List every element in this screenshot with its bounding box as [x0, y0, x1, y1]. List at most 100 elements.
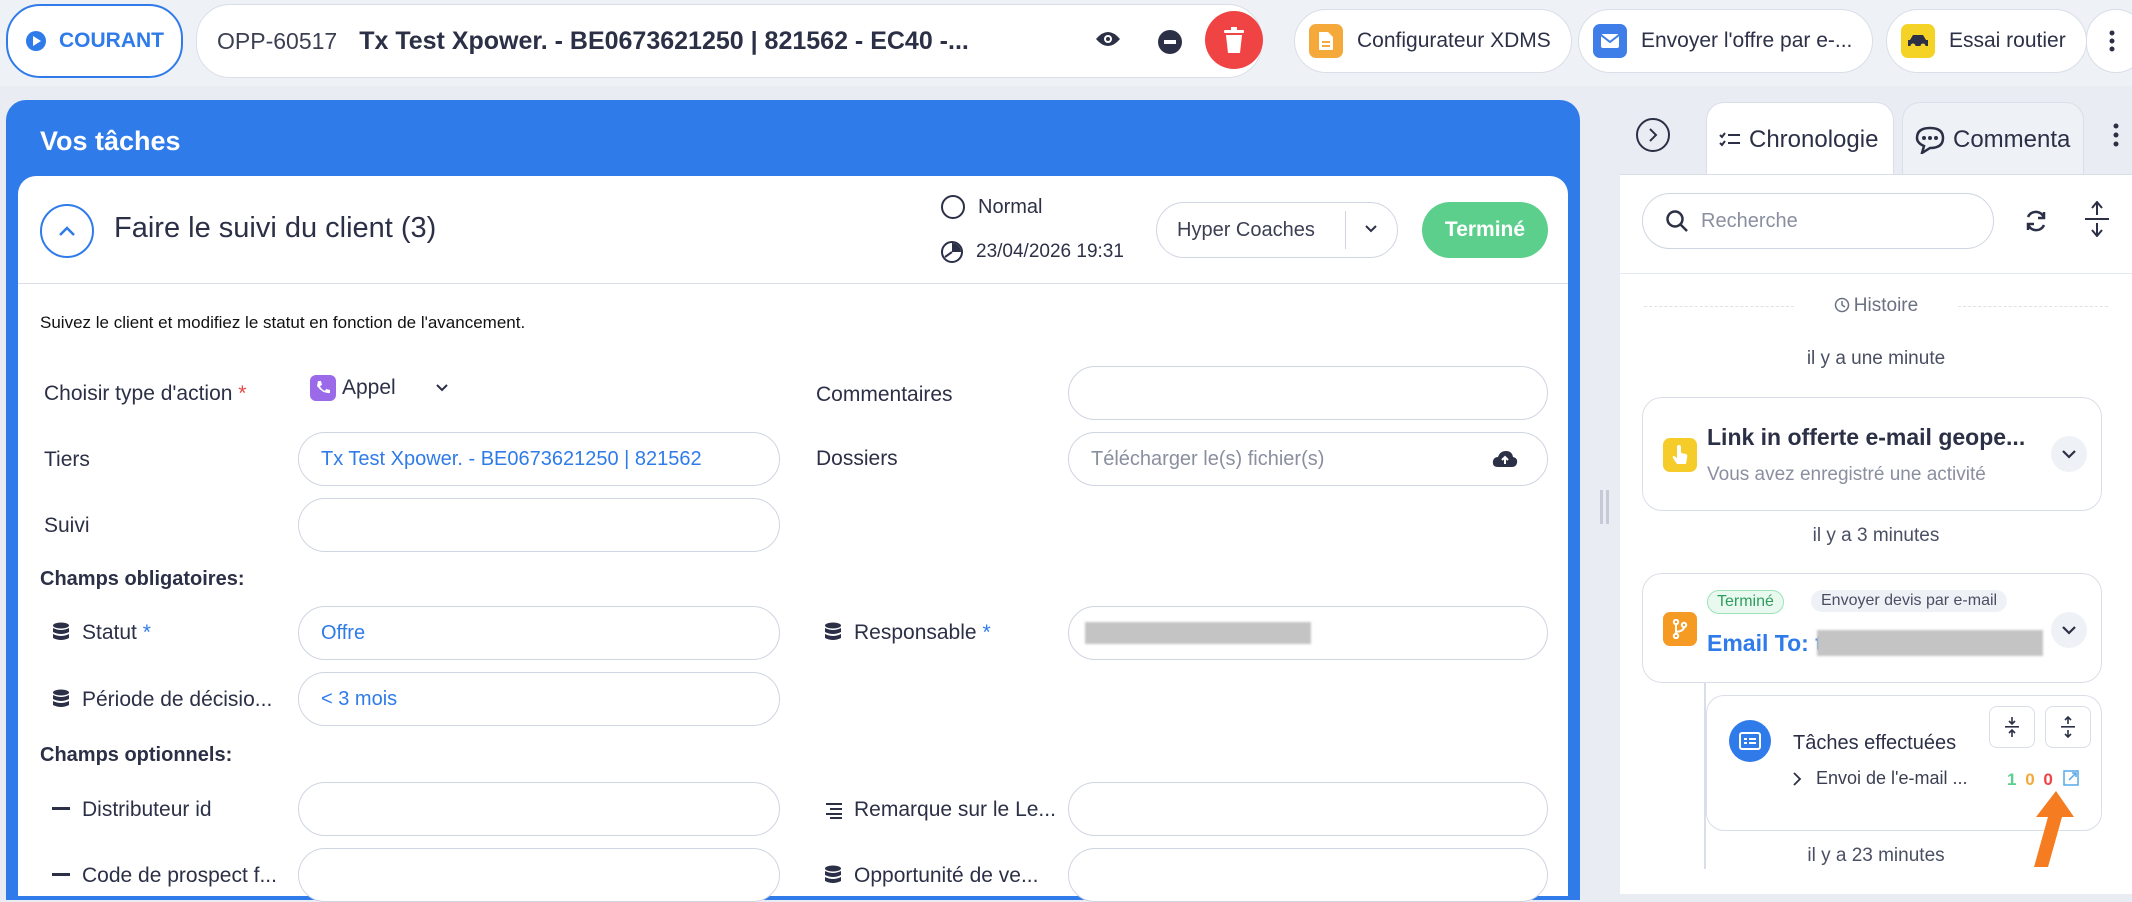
cloud-upload-icon[interactable] [1492, 450, 1518, 468]
priority-label: Normal [978, 195, 1043, 218]
completed-task-item[interactable]: Envoi de l'e-mail ... [1793, 768, 1968, 789]
more-vertical-icon [2109, 30, 2115, 52]
remarque-input[interactable] [1068, 782, 1548, 836]
timeline-search[interactable]: Recherche [1642, 193, 1994, 249]
chevron-up-icon [59, 226, 75, 236]
assignee-label: Hyper Coaches [1177, 218, 1315, 241]
panel-resize-handle[interactable] [1600, 490, 1610, 524]
tab-chronologie[interactable]: Chronologie [1706, 102, 1894, 176]
status-label: COURANT [59, 29, 164, 52]
task-title: Faire le suivi du client (3) [114, 212, 437, 244]
periode-label: Période de décisio... [52, 688, 272, 712]
distributeur-label: Distributeur id [52, 798, 212, 822]
comments-input[interactable] [1068, 366, 1548, 420]
status-button[interactable]: COURANT [6, 4, 183, 78]
required-fields-heading: Champs obligatoires: [40, 568, 245, 590]
file-upload-field[interactable]: Télécharger le(s) fichier(s) [1068, 432, 1548, 486]
redacted-value [1085, 622, 1311, 644]
task-description: Suivez le client et modifiez le statut e… [40, 313, 526, 332]
trash-icon [1224, 27, 1244, 53]
git-branch-icon [1663, 612, 1697, 646]
timeline-content: Recherche Histoire il y a une minute Lin… [1620, 174, 2132, 894]
suivi-label: Suivi [44, 514, 90, 537]
chevron-down-icon [2062, 625, 2076, 635]
entry-tag: Envoyer devis par e-mail [1811, 590, 2008, 612]
task-header: Faire le suivi du client (3) Normal 23/0… [18, 176, 1568, 284]
circle-icon [941, 195, 965, 219]
comments-label: Commentaires [816, 383, 953, 406]
chevron-down-icon [2062, 449, 2076, 459]
timeline-more-button[interactable] [2106, 120, 2126, 150]
done-button[interactable]: Terminé [1422, 202, 1548, 258]
list-check-icon [1719, 131, 1740, 147]
mail-icon [1593, 24, 1627, 58]
opportunity-title: Tx Test Xpower. - BE0673621250 | 821562 … [359, 26, 969, 55]
more-vertical-icon [2113, 123, 2119, 147]
test-drive-label: Essai routier [1949, 29, 2066, 52]
collapse-button[interactable] [40, 204, 94, 258]
timeline-time: il y a 3 minutes [1812, 525, 1940, 546]
due-date-label: 23/04/2026 19:31 [976, 241, 1124, 262]
expand-entry-button[interactable] [2051, 612, 2087, 648]
code-prospect-label: Code de prospect f... [52, 864, 277, 888]
tab-chronologie-label: Chronologie [1749, 125, 1879, 153]
refresh-icon[interactable] [2024, 209, 2048, 233]
comment-icon [1915, 126, 1945, 154]
arrow-annotation-icon [2034, 791, 2074, 867]
test-drive-button[interactable]: Essai routier [1886, 9, 2087, 73]
play-circle-icon [26, 31, 46, 51]
due-date[interactable]: 23/04/2026 19:31 [940, 240, 1124, 264]
delete-button[interactable] [1205, 11, 1263, 69]
car-icon [1901, 24, 1935, 58]
responsable-field[interactable] [1068, 606, 1548, 660]
priority-selector[interactable]: Normal [940, 194, 1042, 220]
divider [1644, 306, 1794, 307]
expand-all-button[interactable] [2045, 706, 2091, 748]
more-actions-button[interactable] [2086, 9, 2132, 73]
expand-panel-button[interactable] [1636, 118, 1670, 152]
tasks-header: Vos tâches [40, 126, 181, 156]
entry-subtitle: Vous avez enregistré une activité [1707, 464, 1986, 485]
database-icon [53, 689, 69, 707]
tasks-panel: Vos tâches Faire le suivi du client (3) … [6, 100, 1580, 902]
tab-comments-label: Commenta [1953, 125, 2071, 153]
redacted-value [1817, 630, 2043, 656]
periode-value: < 3 mois [321, 687, 398, 710]
opportunity-id: OPP-60517 [217, 27, 338, 54]
tiers-field[interactable]: Tx Test Xpower. - BE0673621250 | 821562 [298, 432, 780, 486]
send-offer-button[interactable]: Envoyer l'offre par e-... [1578, 9, 1874, 73]
database-icon [825, 865, 841, 883]
checklist-icon [1729, 720, 1771, 762]
configurator-button[interactable]: Configurateur XDMS [1294, 9, 1572, 73]
chevron-right-icon [1793, 771, 1802, 786]
align-right-icon [826, 803, 842, 819]
entry-title: Link in offerte e-mail geope... [1707, 424, 2026, 450]
tab-comments[interactable]: Commenta [1902, 102, 2084, 176]
search-icon [1666, 210, 1688, 232]
timeline-entry[interactable]: Terminé Envoyer devis par e-mail Email T… [1642, 573, 2102, 683]
opportunity-header: OPP-60517 Tx Test Xpower. - BE0673621250… [196, 4, 1263, 78]
statut-value: Offre [321, 621, 366, 644]
opportunite-input[interactable] [1068, 848, 1548, 902]
minus-circle-icon[interactable] [1157, 29, 1183, 60]
code-prospect-input[interactable] [298, 848, 780, 902]
action-type-value: Appel [342, 376, 396, 399]
assignee-select[interactable]: Hyper Coaches [1156, 202, 1398, 258]
statut-field[interactable]: Offre [298, 606, 780, 660]
suivi-input[interactable] [298, 498, 780, 552]
action-type-select[interactable]: Appel [310, 375, 448, 401]
dossiers-label: Dossiers [816, 447, 898, 470]
periode-field[interactable]: < 3 mois [298, 672, 780, 726]
open-external-icon[interactable] [2063, 770, 2079, 786]
dash-icon [52, 807, 70, 810]
timeline-entry[interactable]: Link in offerte e-mail geope... Vous ave… [1642, 397, 2102, 511]
search-placeholder: Recherche [1701, 209, 1798, 232]
expand-vertical-icon[interactable] [2084, 201, 2110, 237]
database-icon [53, 622, 69, 640]
chevron-down-icon [436, 384, 448, 392]
expand-entry-button[interactable] [2051, 436, 2087, 472]
collapse-all-button[interactable] [1989, 706, 2035, 748]
distributeur-input[interactable] [298, 782, 780, 836]
optional-fields-heading: Champs optionnels: [40, 744, 233, 766]
eye-icon[interactable] [1095, 29, 1121, 54]
